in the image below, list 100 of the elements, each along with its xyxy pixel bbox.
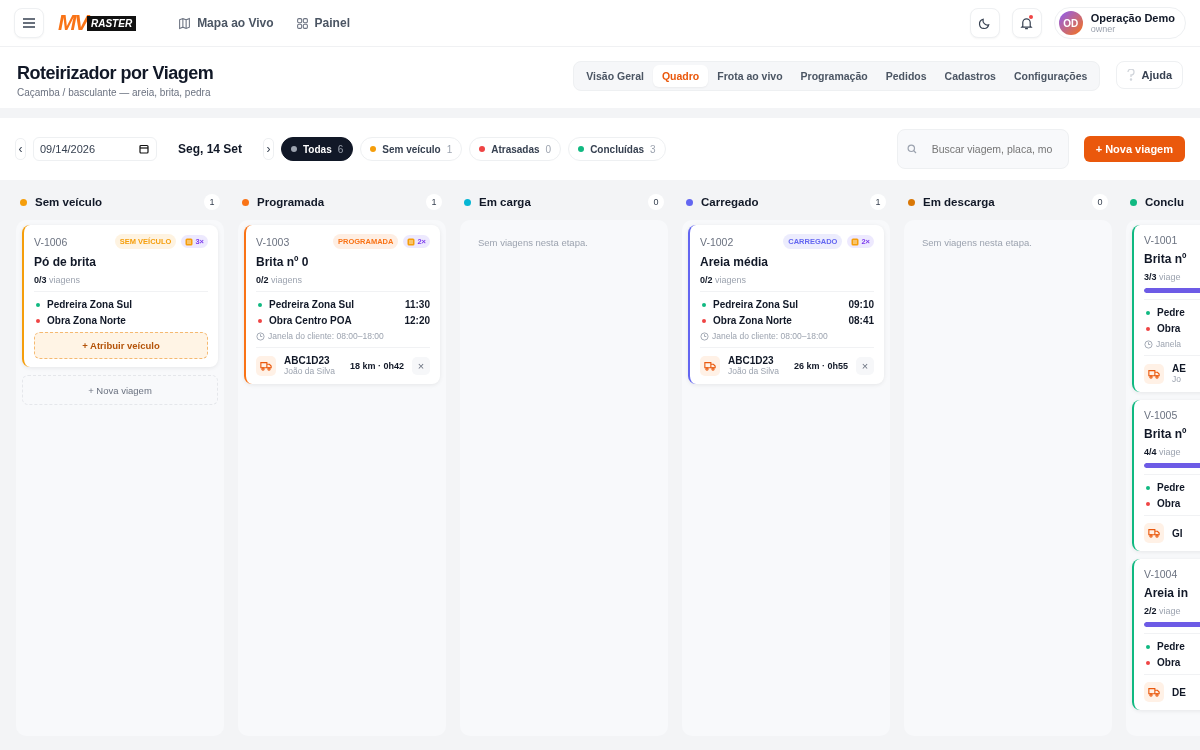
trip-id: V-1002 bbox=[700, 235, 734, 248]
new-trip-button[interactable]: + Nova viagem bbox=[22, 375, 218, 405]
stop-dot bbox=[36, 318, 40, 323]
stop-name: Pedre bbox=[1157, 307, 1185, 318]
route-distance: 18 km · 0h42 bbox=[349, 360, 404, 371]
stop-dot bbox=[258, 318, 262, 323]
filter-chip[interactable]: Sem veículo 1 bbox=[360, 137, 463, 161]
trip-progress: 0/2 viagens bbox=[700, 275, 748, 285]
filter-chip[interactable]: Todas 6 bbox=[281, 137, 354, 161]
search-icon bbox=[906, 144, 917, 154]
trip-title: Brita nº bbox=[1144, 252, 1188, 266]
vehicle-plate: ABC1D23 bbox=[284, 355, 331, 366]
trip-card[interactable]: V-1001 Brita nº 3/3 viage Pedre Obra Janela AE Jo bbox=[1132, 225, 1200, 392]
stop-name: Pedre bbox=[1157, 482, 1185, 493]
map-icon bbox=[178, 16, 192, 30]
remove-vehicle-button[interactable]: × bbox=[412, 356, 430, 375]
filter-chip[interactable]: Atrasadas 0 bbox=[469, 137, 562, 161]
day-label: Seg, 14 Set bbox=[177, 142, 243, 156]
stop-dot bbox=[1146, 644, 1150, 649]
tab[interactable]: Frota ao vivo bbox=[708, 65, 792, 87]
user-avatar: OD bbox=[1058, 11, 1083, 35]
tab[interactable]: Visão Geral bbox=[577, 65, 653, 87]
trip-title: Brita nº 0 bbox=[256, 255, 310, 269]
notifications-button[interactable] bbox=[1011, 8, 1042, 38]
route-distance: 26 km · 0h55 bbox=[793, 360, 848, 371]
stop-dot bbox=[258, 302, 262, 307]
theme-button[interactable] bbox=[969, 8, 1000, 38]
column-title: Em carga bbox=[479, 196, 531, 208]
assign-vehicle-button[interactable]: + Atribuir veículo bbox=[34, 332, 208, 359]
calendar-icon[interactable] bbox=[139, 144, 149, 154]
grid-icon bbox=[295, 16, 309, 30]
trip-id: V-1005 bbox=[1144, 409, 1178, 421]
truck-icon bbox=[1144, 523, 1164, 543]
help-button[interactable]: Ajuda bbox=[1116, 61, 1183, 89]
trip-progress: 3/3 viage bbox=[1144, 272, 1182, 282]
truck-icon bbox=[1144, 363, 1164, 384]
stop-time: 08:41 bbox=[848, 315, 874, 326]
trip-id: V-1001 bbox=[1144, 234, 1178, 246]
page-title: Roteirizador por Viagem bbox=[17, 63, 214, 84]
trip-id: V-1004 bbox=[1144, 568, 1178, 580]
menu-icon bbox=[22, 17, 36, 29]
trip-card[interactable]: V-1005 Brita nº 4/4 viage Pedre Obra GI bbox=[1132, 400, 1200, 551]
trip-progress: 0/2 viagens bbox=[256, 275, 304, 285]
trip-card[interactable]: V-1004 Areia in 2/2 viage Pedre Obra DE bbox=[1132, 559, 1200, 710]
tab[interactable]: Cadastros bbox=[935, 65, 1005, 87]
stop-name: Pedreira Zona Sul bbox=[47, 299, 133, 310]
page-subtitle: Caçamba / basculante — areia, brita, pedra bbox=[17, 87, 212, 98]
stop-name: Obra Zona Norte bbox=[713, 315, 792, 326]
menu-button[interactable] bbox=[14, 8, 44, 38]
new-trip-button[interactable]: + Nova viagem bbox=[1083, 136, 1185, 162]
column-count: 1 bbox=[870, 194, 886, 210]
stop-name: Pedreira Zona Sul bbox=[713, 299, 799, 310]
trip-progress: 4/4 viage bbox=[1144, 447, 1182, 457]
vehicle-plate: DE bbox=[1172, 686, 1186, 698]
driver-name: Jo bbox=[1172, 374, 1182, 384]
column-count: 1 bbox=[426, 194, 442, 210]
stop-dot bbox=[702, 318, 706, 323]
nav-link[interactable]: Mapa ao Vivo bbox=[178, 16, 274, 30]
stop-time: 09:10 bbox=[848, 299, 874, 310]
truck-icon bbox=[1144, 682, 1164, 702]
stop-name: Pedre bbox=[1157, 641, 1185, 652]
tab[interactable]: Configurações bbox=[1004, 65, 1097, 87]
tab[interactable]: Programação bbox=[791, 65, 877, 87]
driver-name: João da Silva bbox=[284, 366, 336, 376]
stop-dot bbox=[36, 302, 40, 307]
tab[interactable]: Quadro bbox=[652, 65, 709, 87]
nav-link[interactable]: Painel bbox=[295, 16, 350, 30]
trip-progress: 0/3 viagens bbox=[34, 275, 82, 285]
stop-time: 12:20 bbox=[404, 315, 430, 326]
stop-name: Obra bbox=[1157, 323, 1181, 334]
stop-dot bbox=[1146, 501, 1150, 506]
bell-icon bbox=[1020, 16, 1034, 30]
clock-icon bbox=[700, 331, 709, 341]
column-title: Programada bbox=[257, 196, 325, 208]
time-window: Janela bbox=[1144, 339, 1200, 349]
user-name: Operação Demo bbox=[1090, 12, 1175, 24]
column-title: Carregado bbox=[701, 196, 759, 208]
vehicle-plate: AE bbox=[1172, 363, 1186, 374]
column-count: 0 bbox=[1092, 194, 1108, 210]
remove-vehicle-button[interactable]: × bbox=[856, 356, 874, 375]
stop-time: 11:30 bbox=[404, 299, 430, 310]
search-field[interactable]: Buscar viagem, placa, mo bbox=[896, 129, 1069, 169]
next-day-button[interactable]: › bbox=[263, 138, 274, 160]
stop-name: Obra Centro POA bbox=[269, 315, 352, 326]
previous-day-button[interactable]: ‹ bbox=[15, 138, 26, 160]
clock-icon bbox=[1144, 339, 1153, 349]
time-window: Janela do cliente: 08:00–18:00 bbox=[700, 331, 874, 341]
tab[interactable]: Pedidos bbox=[876, 65, 936, 87]
empty-message: Sem viagens nesta etapa. bbox=[477, 236, 589, 250]
date-field[interactable]: 09/14/2026 bbox=[33, 137, 157, 161]
filter-chip[interactable]: Concluídas 3 bbox=[568, 137, 666, 161]
trip-progress: 2/2 viage bbox=[1144, 606, 1182, 616]
stop-dot bbox=[1146, 310, 1150, 315]
column-title: Em descarga bbox=[923, 196, 995, 208]
clock-icon bbox=[256, 331, 265, 341]
stop-name: Obra bbox=[1157, 657, 1181, 668]
time-window: Janela do cliente: 08:00–18:00 bbox=[256, 331, 430, 341]
column-count: 1 bbox=[204, 194, 220, 210]
stop-dot bbox=[1146, 660, 1150, 665]
logo-text: RASTER bbox=[87, 15, 137, 31]
